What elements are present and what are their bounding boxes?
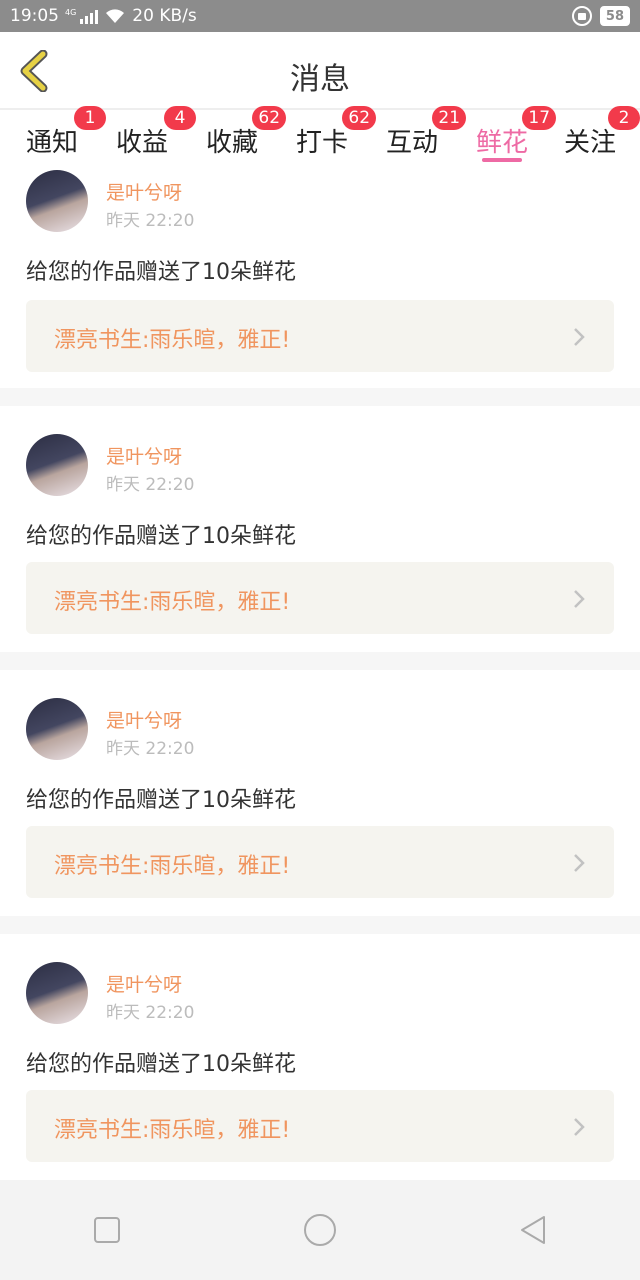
tab-flowers[interactable]: 鲜花 17 [476,106,557,162]
avatar[interactable] [26,434,88,496]
chevron-right-icon [574,854,585,872]
work-link[interactable]: 漂亮书生:雨乐暄，雅正! [26,826,614,898]
circle-icon [303,1214,336,1246]
chevron-right-icon [574,590,585,608]
unread-badge: 62 [342,106,377,130]
unread-badge: 4 [164,106,197,130]
avatar[interactable] [26,698,88,760]
work-title: 漂亮书生:雨乐暄，雅正! [54,1118,291,1143]
message-time: 昨天 22:20 [106,211,195,231]
wifi-icon [106,9,125,23]
chevron-right-icon [574,1118,585,1136]
unread-badge: 21 [432,106,467,130]
category-tabs: 通知 1 收益 4 收藏 62 打卡 62 互动 21 鲜花 17 关注 2 [0,106,640,164]
unread-badge: 1 [74,106,107,130]
cell-signal-icon: 4G [65,8,99,24]
message-time: 昨天 22:20 [106,739,195,759]
clock: 19:05 [10,6,59,26]
tab-favorites[interactable]: 收藏 62 [206,106,287,162]
tab-label: 收益 [116,128,169,158]
message-list: 是叶兮呀 昨天 22:20 给您的作品赠送了10朵鲜花 漂亮书生:雨乐暄，雅正!… [0,164,640,1180]
tab-label: 通知 [26,128,79,158]
message-card: 是叶兮呀 昨天 22:20 给您的作品赠送了10朵鲜花 漂亮书生:雨乐暄，雅正! [0,934,640,1180]
tab-notify[interactable]: 通知 1 [26,106,107,162]
app-header: 消息 [0,32,640,110]
message-text: 给您的作品赠送了10朵鲜花 [26,524,296,549]
sender-name[interactable]: 是叶兮呀 [106,178,182,205]
tab-label: 关注 [564,128,617,158]
divider [0,652,640,670]
sender-name[interactable]: 是叶兮呀 [106,970,182,997]
tab-label: 互动 [386,128,439,158]
recent-apps-button[interactable] [77,1200,137,1260]
unread-badge: 62 [252,106,287,130]
work-link[interactable]: 漂亮书生:雨乐暄，雅正! [26,562,614,634]
square-icon [93,1217,120,1243]
avatar[interactable] [26,170,88,232]
message-card: 是叶兮呀 昨天 22:20 给您的作品赠送了10朵鲜花 漂亮书生:雨乐暄，雅正! [0,670,640,916]
network-speed: 20 KB/s [132,6,197,26]
tab-label: 打卡 [296,128,349,158]
status-bar: 19:05 4G 20 KB/s 58 [0,0,640,32]
triangle-back-icon [521,1216,546,1244]
tab-label: 收藏 [206,128,259,158]
message-text: 给您的作品赠送了10朵鲜花 [26,1052,296,1077]
sender-name[interactable]: 是叶兮呀 [106,442,182,469]
work-title: 漂亮书生:雨乐暄，雅正! [54,328,291,353]
rotation-lock-icon [571,6,592,26]
divider [0,916,640,934]
message-time: 昨天 22:20 [106,1003,195,1023]
unread-badge: 2 [608,106,640,130]
message-card: 是叶兮呀 昨天 22:20 给您的作品赠送了10朵鲜花 漂亮书生:雨乐暄，雅正! [0,406,640,652]
chevron-right-icon [574,328,585,346]
message-card: 是叶兮呀 昨天 22:20 给您的作品赠送了10朵鲜花 漂亮书生:雨乐暄，雅正! [0,164,640,388]
page-title: 消息 [290,62,350,97]
tab-earnings[interactable]: 收益 4 [116,106,197,162]
work-title: 漂亮书生:雨乐暄，雅正! [54,854,291,879]
unread-badge: 17 [522,106,557,130]
tab-follow[interactable]: 关注 2 [564,106,640,162]
avatar[interactable] [26,962,88,1024]
tab-label: 鲜花 [476,128,529,158]
tab-interaction[interactable]: 互动 21 [386,106,467,162]
active-tab-indicator [482,158,523,162]
back-nav-button[interactable] [503,1200,563,1260]
battery-icon: 58 [599,6,630,26]
message-text: 给您的作品赠送了10朵鲜花 [26,788,296,813]
work-link[interactable]: 漂亮书生:雨乐暄，雅正! [26,1090,614,1162]
message-time: 昨天 22:20 [106,475,195,495]
home-button[interactable] [290,1200,350,1260]
message-text: 给您的作品赠送了10朵鲜花 [26,260,296,285]
sender-name[interactable]: 是叶兮呀 [106,706,182,733]
work-title: 漂亮书生:雨乐暄，雅正! [54,590,291,615]
divider [0,388,640,406]
system-nav-bar [0,1180,640,1280]
work-link[interactable]: 漂亮书生:雨乐暄，雅正! [26,300,614,372]
tab-checkin[interactable]: 打卡 62 [296,106,377,162]
